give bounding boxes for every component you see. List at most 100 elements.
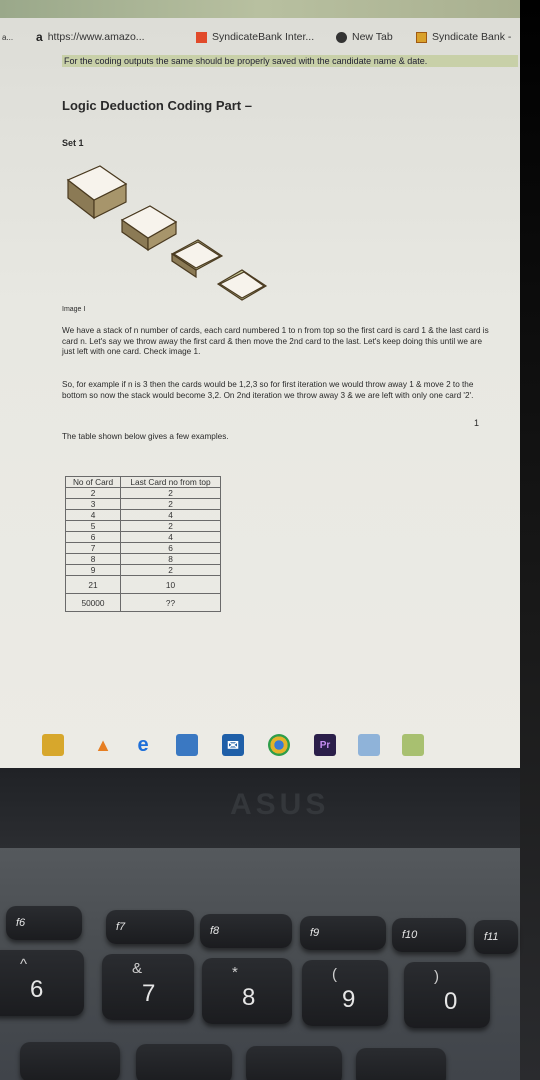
page-title: Logic Deduction Coding Part – [62, 98, 252, 113]
table-row: 52 [65, 520, 221, 532]
amazon-a-icon: a [36, 30, 43, 44]
table-cell: 8 [65, 553, 121, 565]
table-cell: ?? [120, 593, 221, 612]
key-label: f9 [310, 927, 320, 939]
f9-key[interactable]: f9 [300, 916, 386, 950]
syndicate-bank-icon [196, 31, 207, 43]
table-row: 88 [65, 553, 221, 565]
taskbar: ▲ e ✉ Pr [0, 724, 520, 768]
new-tab-icon [336, 31, 347, 43]
key-digit: 7 [142, 980, 156, 1007]
table-cell: 2 [120, 564, 221, 576]
key-digit: 8 [242, 984, 256, 1011]
f6-key[interactable]: f6 [6, 906, 82, 940]
photos-icon[interactable] [358, 734, 380, 756]
table-cell: 6 [65, 531, 121, 543]
bookmark-label: SyndicateBank Inter... [212, 31, 315, 43]
premiere-icon[interactable]: Pr [314, 734, 336, 756]
background-edge [520, 0, 540, 1080]
table-cell: 9 [65, 564, 121, 576]
table-row: 92 [65, 564, 221, 576]
file-explorer-icon[interactable] [42, 734, 64, 756]
table-cell: 6 [120, 542, 221, 554]
table-cell: 3 [65, 498, 121, 510]
key-row-partial[interactable] [20, 1042, 120, 1080]
bookmark-label: Syndicate Bank - [432, 31, 512, 43]
app-icon[interactable] [402, 734, 424, 756]
key-symbol: ( [332, 966, 337, 983]
table-row: 21 10 [65, 575, 221, 594]
mail-icon[interactable]: ✉ [222, 734, 244, 756]
examples-table: No of Card Last Card no from top 22 32 4… [65, 476, 221, 612]
stray-mark: 1 [474, 418, 480, 428]
table-row: 22 [65, 487, 221, 499]
bookmark-new-tab[interactable]: New Tab [336, 31, 393, 43]
laptop-screen: a... a https://www.amazo... SyndicateBan… [0, 0, 520, 770]
key-label: f10 [402, 929, 418, 941]
key-7[interactable]: & 7 [102, 954, 194, 1020]
table-header-row: No of Card Last Card no from top [65, 476, 221, 488]
key-symbol: * [232, 964, 238, 981]
key-9[interactable]: ( 9 [302, 960, 388, 1026]
keyboard-deck: f6 f7 f8 f9 f10 f11 ^ 6 & 7 * 8 ( 9 ) 0 [0, 848, 520, 1080]
table-cell: 7 [65, 542, 121, 554]
key-symbol: ^ [20, 956, 28, 973]
key-0[interactable]: ) 0 [404, 962, 490, 1028]
table-cell: 10 [120, 575, 221, 594]
table-cell: 4 [65, 509, 121, 521]
bookmarks-bar: a... a https://www.amazo... SyndicateBan… [0, 26, 520, 48]
key-row-partial[interactable] [136, 1044, 232, 1080]
column-header: No of Card [65, 476, 121, 488]
key-row-partial[interactable] [356, 1048, 446, 1080]
key-label: f8 [210, 925, 220, 937]
table-cell: 8 [120, 553, 221, 565]
brand-logo: ASUS [230, 788, 330, 821]
key-row-partial[interactable] [246, 1046, 342, 1080]
table-cell: 2 [65, 487, 121, 499]
bookmark-label: New Tab [352, 31, 393, 43]
key-6[interactable]: ^ 6 [0, 950, 84, 1016]
chrome-icon[interactable] [268, 734, 290, 756]
key-label: f6 [16, 917, 26, 929]
bookmark-syndicatebank-internet[interactable]: SyndicateBank Inter... [196, 31, 314, 43]
table-row: 76 [65, 542, 221, 554]
key-digit: 9 [342, 986, 356, 1013]
bookmark-amazon[interactable]: a https://www.amazo... [36, 30, 145, 44]
key-digit: 6 [30, 976, 44, 1003]
edge-icon[interactable]: e [132, 734, 154, 756]
vlc-icon[interactable]: ▲ [92, 734, 114, 756]
paragraph-example: So, for example if n is 3 then the cards… [62, 380, 474, 400]
bookmark-label: https://www.amazo... [47, 31, 145, 43]
table-row: 50000?? [65, 593, 221, 612]
f8-key[interactable]: f8 [200, 914, 292, 948]
table-cell: 50000 [65, 593, 121, 612]
table-cell: 5 [65, 520, 121, 532]
bookmark-fragment[interactable]: a... [2, 33, 13, 42]
table-row: 64 [65, 531, 221, 543]
instruction-banner: For the coding outputs the same should b… [62, 55, 518, 67]
table-row: 44 [65, 509, 221, 521]
column-header: Last Card no from top [120, 476, 221, 488]
f10-key[interactable]: f10 [392, 918, 466, 952]
f7-key[interactable]: f7 [106, 910, 194, 944]
image-caption: Image I [62, 306, 86, 313]
store-icon[interactable] [176, 734, 198, 756]
syndicate-bank-icon [416, 31, 427, 43]
table-cell: 4 [120, 531, 221, 543]
laptop-bezel: ASUS [0, 768, 520, 848]
table-cell: 21 [65, 575, 121, 594]
window-top-strip [0, 0, 520, 18]
table-row: 32 [65, 498, 221, 510]
table-cell: 2 [120, 520, 221, 532]
f11-key[interactable]: f11 [474, 920, 518, 954]
table-cell: 2 [120, 498, 221, 510]
set-label: Set 1 [62, 138, 84, 148]
key-label: f11 [484, 931, 499, 943]
paragraph-problem: We have a stack of n number of cards, ea… [62, 326, 489, 356]
key-symbol: ) [434, 968, 439, 985]
bookmark-syndicate-bank[interactable]: Syndicate Bank - [416, 31, 511, 43]
paragraph-table-intro: The table shown below gives a few exampl… [62, 432, 229, 441]
key-label: f7 [116, 921, 126, 933]
table-cell: 2 [120, 487, 221, 499]
key-8[interactable]: * 8 [202, 958, 292, 1024]
